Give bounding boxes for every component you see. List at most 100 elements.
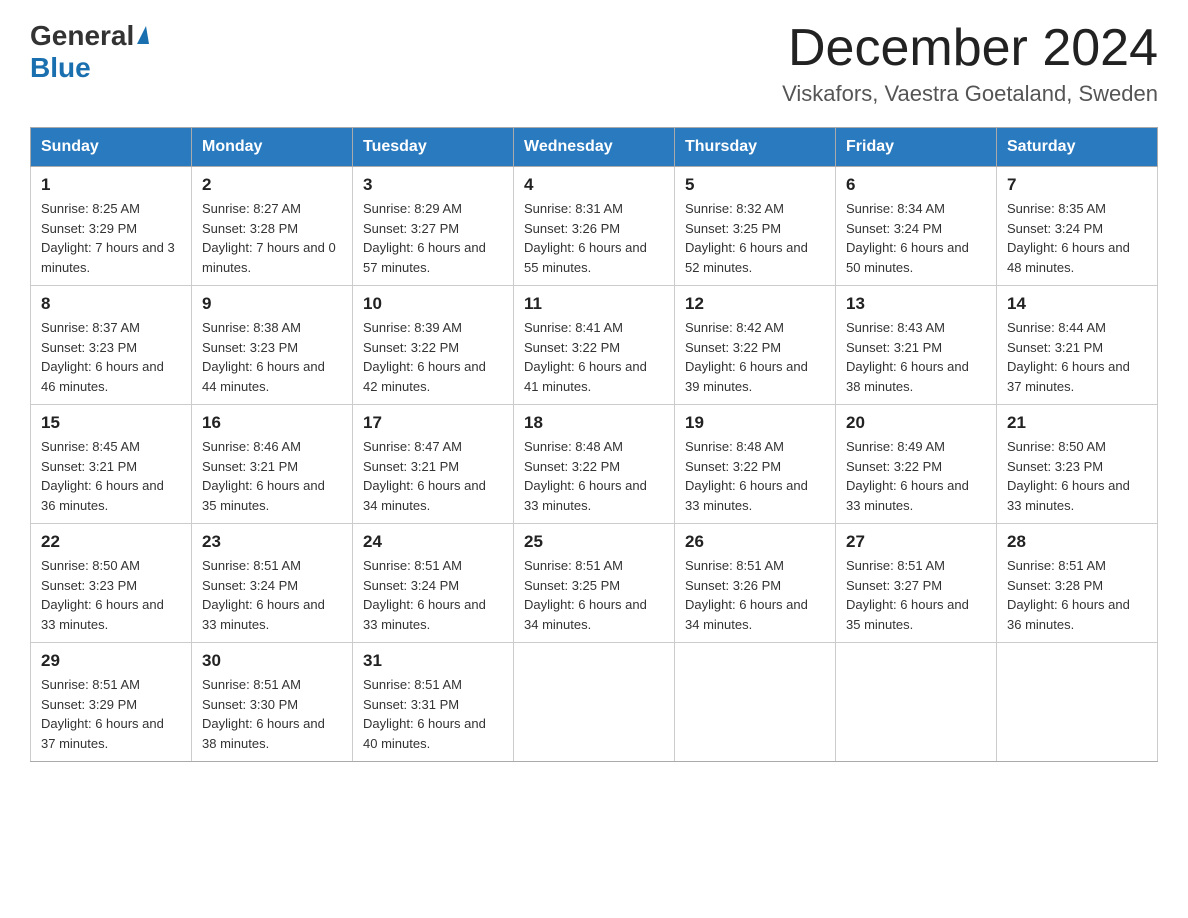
day-info: Sunrise: 8:51 AM Sunset: 3:27 PM Dayligh…: [846, 556, 986, 634]
day-number: 16: [202, 413, 342, 433]
day-number: 27: [846, 532, 986, 552]
day-number: 3: [363, 175, 503, 195]
day-info: Sunrise: 8:39 AM Sunset: 3:22 PM Dayligh…: [363, 318, 503, 396]
day-number: 18: [524, 413, 664, 433]
calendar-cell: 15 Sunrise: 8:45 AM Sunset: 3:21 PM Dayl…: [31, 405, 192, 524]
calendar-cell: 6 Sunrise: 8:34 AM Sunset: 3:24 PM Dayli…: [836, 167, 997, 286]
col-header-friday: Friday: [836, 128, 997, 167]
logo: General Blue: [30, 20, 149, 84]
day-number: 19: [685, 413, 825, 433]
day-info: Sunrise: 8:51 AM Sunset: 3:26 PM Dayligh…: [685, 556, 825, 634]
day-info: Sunrise: 8:51 AM Sunset: 3:24 PM Dayligh…: [363, 556, 503, 634]
day-number: 4: [524, 175, 664, 195]
col-header-wednesday: Wednesday: [514, 128, 675, 167]
day-info: Sunrise: 8:51 AM Sunset: 3:25 PM Dayligh…: [524, 556, 664, 634]
calendar-cell: 26 Sunrise: 8:51 AM Sunset: 3:26 PM Dayl…: [675, 524, 836, 643]
day-number: 1: [41, 175, 181, 195]
calendar-cell: 18 Sunrise: 8:48 AM Sunset: 3:22 PM Dayl…: [514, 405, 675, 524]
day-info: Sunrise: 8:37 AM Sunset: 3:23 PM Dayligh…: [41, 318, 181, 396]
day-number: 21: [1007, 413, 1147, 433]
day-number: 17: [363, 413, 503, 433]
calendar-cell: 28 Sunrise: 8:51 AM Sunset: 3:28 PM Dayl…: [997, 524, 1158, 643]
calendar-cell: [997, 643, 1158, 762]
day-number: 5: [685, 175, 825, 195]
calendar-cell: 17 Sunrise: 8:47 AM Sunset: 3:21 PM Dayl…: [353, 405, 514, 524]
col-header-saturday: Saturday: [997, 128, 1158, 167]
day-info: Sunrise: 8:32 AM Sunset: 3:25 PM Dayligh…: [685, 199, 825, 277]
day-info: Sunrise: 8:41 AM Sunset: 3:22 PM Dayligh…: [524, 318, 664, 396]
calendar-cell: 5 Sunrise: 8:32 AM Sunset: 3:25 PM Dayli…: [675, 167, 836, 286]
day-number: 26: [685, 532, 825, 552]
day-number: 11: [524, 294, 664, 314]
day-number: 9: [202, 294, 342, 314]
col-header-tuesday: Tuesday: [353, 128, 514, 167]
calendar-cell: 8 Sunrise: 8:37 AM Sunset: 3:23 PM Dayli…: [31, 286, 192, 405]
day-info: Sunrise: 8:27 AM Sunset: 3:28 PM Dayligh…: [202, 199, 342, 277]
col-header-monday: Monday: [192, 128, 353, 167]
day-info: Sunrise: 8:42 AM Sunset: 3:22 PM Dayligh…: [685, 318, 825, 396]
day-info: Sunrise: 8:50 AM Sunset: 3:23 PM Dayligh…: [1007, 437, 1147, 515]
day-number: 28: [1007, 532, 1147, 552]
day-number: 8: [41, 294, 181, 314]
calendar-cell: 16 Sunrise: 8:46 AM Sunset: 3:21 PM Dayl…: [192, 405, 353, 524]
location-title: Viskafors, Vaestra Goetaland, Sweden: [782, 81, 1158, 107]
day-number: 22: [41, 532, 181, 552]
day-info: Sunrise: 8:35 AM Sunset: 3:24 PM Dayligh…: [1007, 199, 1147, 277]
day-number: 29: [41, 651, 181, 671]
calendar-cell: 20 Sunrise: 8:49 AM Sunset: 3:22 PM Dayl…: [836, 405, 997, 524]
day-number: 12: [685, 294, 825, 314]
calendar-cell: [514, 643, 675, 762]
logo-arrow-icon: [137, 26, 149, 44]
col-header-sunday: Sunday: [31, 128, 192, 167]
calendar-week-row: 15 Sunrise: 8:45 AM Sunset: 3:21 PM Dayl…: [31, 405, 1158, 524]
calendar-cell: 19 Sunrise: 8:48 AM Sunset: 3:22 PM Dayl…: [675, 405, 836, 524]
day-info: Sunrise: 8:43 AM Sunset: 3:21 PM Dayligh…: [846, 318, 986, 396]
calendar-cell: [675, 643, 836, 762]
day-number: 13: [846, 294, 986, 314]
calendar-cell: 27 Sunrise: 8:51 AM Sunset: 3:27 PM Dayl…: [836, 524, 997, 643]
calendar-week-row: 8 Sunrise: 8:37 AM Sunset: 3:23 PM Dayli…: [31, 286, 1158, 405]
calendar-table: SundayMondayTuesdayWednesdayThursdayFrid…: [30, 127, 1158, 762]
calendar-header-row: SundayMondayTuesdayWednesdayThursdayFrid…: [31, 128, 1158, 167]
col-header-thursday: Thursday: [675, 128, 836, 167]
day-info: Sunrise: 8:50 AM Sunset: 3:23 PM Dayligh…: [41, 556, 181, 634]
calendar-cell: 12 Sunrise: 8:42 AM Sunset: 3:22 PM Dayl…: [675, 286, 836, 405]
day-number: 7: [1007, 175, 1147, 195]
day-info: Sunrise: 8:38 AM Sunset: 3:23 PM Dayligh…: [202, 318, 342, 396]
day-info: Sunrise: 8:51 AM Sunset: 3:30 PM Dayligh…: [202, 675, 342, 753]
day-number: 2: [202, 175, 342, 195]
calendar-week-row: 22 Sunrise: 8:50 AM Sunset: 3:23 PM Dayl…: [31, 524, 1158, 643]
page-header: General Blue December 2024 Viskafors, Va…: [30, 20, 1158, 107]
calendar-cell: 3 Sunrise: 8:29 AM Sunset: 3:27 PM Dayli…: [353, 167, 514, 286]
day-number: 15: [41, 413, 181, 433]
calendar-cell: 24 Sunrise: 8:51 AM Sunset: 3:24 PM Dayl…: [353, 524, 514, 643]
day-info: Sunrise: 8:51 AM Sunset: 3:31 PM Dayligh…: [363, 675, 503, 753]
calendar-cell: 31 Sunrise: 8:51 AM Sunset: 3:31 PM Dayl…: [353, 643, 514, 762]
day-number: 24: [363, 532, 503, 552]
day-info: Sunrise: 8:51 AM Sunset: 3:28 PM Dayligh…: [1007, 556, 1147, 634]
logo-blue-text: Blue: [30, 52, 91, 83]
calendar-cell: 4 Sunrise: 8:31 AM Sunset: 3:26 PM Dayli…: [514, 167, 675, 286]
day-info: Sunrise: 8:51 AM Sunset: 3:24 PM Dayligh…: [202, 556, 342, 634]
calendar-week-row: 29 Sunrise: 8:51 AM Sunset: 3:29 PM Dayl…: [31, 643, 1158, 762]
day-info: Sunrise: 8:48 AM Sunset: 3:22 PM Dayligh…: [685, 437, 825, 515]
day-info: Sunrise: 8:45 AM Sunset: 3:21 PM Dayligh…: [41, 437, 181, 515]
day-number: 10: [363, 294, 503, 314]
day-number: 30: [202, 651, 342, 671]
day-number: 20: [846, 413, 986, 433]
calendar-cell: 13 Sunrise: 8:43 AM Sunset: 3:21 PM Dayl…: [836, 286, 997, 405]
calendar-cell: 2 Sunrise: 8:27 AM Sunset: 3:28 PM Dayli…: [192, 167, 353, 286]
calendar-cell: 11 Sunrise: 8:41 AM Sunset: 3:22 PM Dayl…: [514, 286, 675, 405]
day-info: Sunrise: 8:34 AM Sunset: 3:24 PM Dayligh…: [846, 199, 986, 277]
calendar-cell: 7 Sunrise: 8:35 AM Sunset: 3:24 PM Dayli…: [997, 167, 1158, 286]
day-info: Sunrise: 8:51 AM Sunset: 3:29 PM Dayligh…: [41, 675, 181, 753]
calendar-cell: 22 Sunrise: 8:50 AM Sunset: 3:23 PM Dayl…: [31, 524, 192, 643]
day-info: Sunrise: 8:46 AM Sunset: 3:21 PM Dayligh…: [202, 437, 342, 515]
calendar-cell: [836, 643, 997, 762]
day-number: 6: [846, 175, 986, 195]
calendar-week-row: 1 Sunrise: 8:25 AM Sunset: 3:29 PM Dayli…: [31, 167, 1158, 286]
day-info: Sunrise: 8:44 AM Sunset: 3:21 PM Dayligh…: [1007, 318, 1147, 396]
day-info: Sunrise: 8:47 AM Sunset: 3:21 PM Dayligh…: [363, 437, 503, 515]
day-number: 25: [524, 532, 664, 552]
calendar-cell: 9 Sunrise: 8:38 AM Sunset: 3:23 PM Dayli…: [192, 286, 353, 405]
